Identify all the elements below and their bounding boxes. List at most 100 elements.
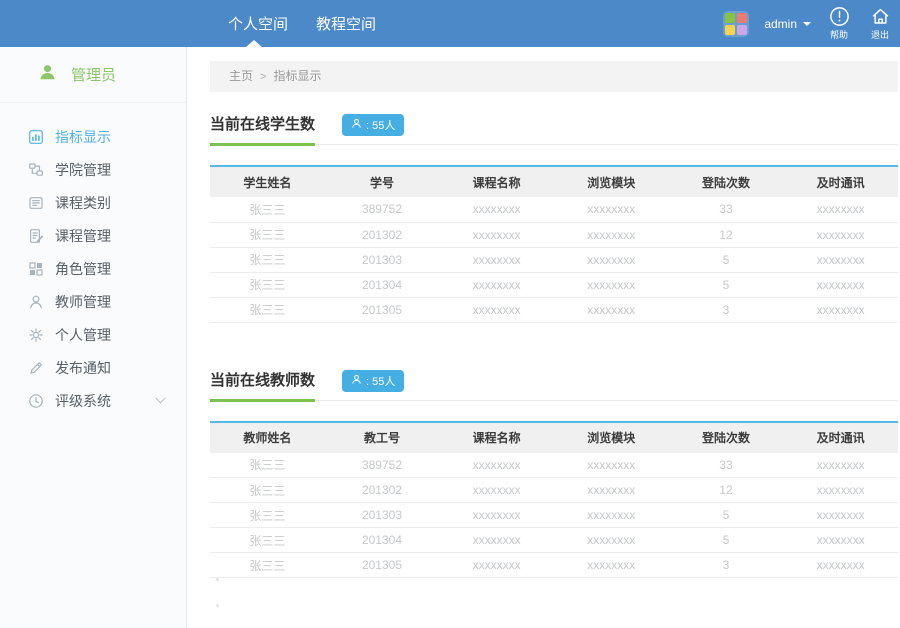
apps-grid-tile-purple bbox=[737, 24, 748, 35]
stray-dot bbox=[216, 578, 219, 581]
sidebar-item-teacher[interactable]: 教师管理 bbox=[0, 285, 186, 318]
section-title: 当前在线学生数 bbox=[210, 113, 316, 146]
table-cell: xxxxxxxx bbox=[816, 302, 865, 317]
sidebar-item-notice[interactable]: 发布通知 bbox=[0, 351, 186, 384]
sidebar-item-college[interactable]: 学院管理 bbox=[0, 153, 186, 186]
apps-grid-icon[interactable] bbox=[723, 10, 750, 37]
table-cell: xxxxxxxx bbox=[816, 483, 865, 497]
sidebar-item-role[interactable]: 角色管理 bbox=[0, 252, 186, 285]
stray-dot bbox=[216, 604, 219, 607]
table-cell: 张三三 bbox=[249, 508, 286, 523]
sidebar-item-label: 评级系统 bbox=[55, 392, 111, 409]
logout-button[interactable]: 退出 bbox=[867, 6, 893, 41]
table-cell: xxxxxxxx bbox=[587, 227, 636, 242]
table-cell: 张三三 bbox=[249, 458, 286, 473]
help-label: 帮助 bbox=[829, 30, 848, 40]
online-count-badge: : 55人 bbox=[342, 369, 405, 392]
table-row: 张三三 201302 xxxxxxxx xxxxxxxx 12 xxxxxxxx bbox=[210, 478, 898, 503]
table-cell: xxxxxxxx bbox=[472, 277, 521, 292]
column-header: 及时通讯 bbox=[816, 431, 865, 445]
sidebar-item-label: 课程类别 bbox=[55, 194, 111, 211]
sidebar-item-label: 发布通知 bbox=[55, 359, 111, 376]
table-cell: 5 bbox=[722, 252, 730, 267]
table-cell: 12 bbox=[719, 227, 733, 242]
table-cell: 201304 bbox=[361, 277, 402, 292]
chevron-down-icon bbox=[155, 393, 166, 404]
sidebar: 管理员 指标显示 学院管理 课程类别 课程管理 角色管理 教师管理 个人管理 发布通知 评级系统 bbox=[0, 47, 187, 628]
breadcrumb-separator: > bbox=[260, 71, 267, 83]
sidebar-item-indicators[interactable]: 指标显示 bbox=[0, 120, 186, 153]
table-cell: xxxxxxxx bbox=[587, 277, 636, 292]
sidebar-item-profile[interactable]: 个人管理 bbox=[0, 318, 186, 351]
apps-grid-tile-green bbox=[725, 12, 736, 23]
table-cell: xxxxxxxx bbox=[816, 252, 865, 267]
document-edit-icon bbox=[28, 228, 44, 244]
user-dropdown[interactable]: admin bbox=[764, 17, 811, 31]
table-cell: 201303 bbox=[361, 508, 402, 522]
sidebar-item-course[interactable]: 课程管理 bbox=[0, 219, 186, 252]
table-cell: 201304 bbox=[361, 533, 402, 547]
column-header: 学号 bbox=[369, 175, 394, 190]
column-header: 教工号 bbox=[363, 431, 400, 445]
table-row: 张三三 201302 xxxxxxxx xxxxxxxx 12 xxxxxxxx bbox=[210, 222, 898, 247]
breadcrumb-home[interactable]: 主页 bbox=[229, 69, 253, 83]
table-header-row: 学生姓名 学号 课程名称 浏览模块 登陆次数 及时通讯 bbox=[210, 166, 898, 197]
table-cell: 201302 bbox=[361, 483, 402, 497]
clock-icon bbox=[28, 393, 44, 409]
sidebar-item-label: 指标显示 bbox=[55, 128, 111, 145]
table-header-row: 教师姓名 教工号 课程名称 浏览模块 登陆次数 及时通讯 bbox=[210, 421, 898, 453]
table-cell: xxxxxxxx bbox=[472, 457, 521, 472]
home-icon bbox=[870, 6, 891, 27]
list-icon bbox=[28, 195, 44, 211]
apps-grid-tile-yellow bbox=[725, 24, 736, 35]
table-cell: 389752 bbox=[361, 457, 402, 472]
table-cell: 201302 bbox=[361, 227, 402, 242]
badge-count: : 55人 bbox=[366, 120, 396, 132]
section-header: 当前在线教师数 : 55人 bbox=[210, 369, 898, 402]
table-cell: 张三三 bbox=[249, 303, 286, 317]
sidebar-menu: 指标显示学院管理课程类别课程管理角色管理教师管理个人管理发布通知评级系统 bbox=[0, 103, 186, 417]
sidebar-item-label: 教师管理 bbox=[55, 293, 111, 310]
table-cell: xxxxxxxx bbox=[816, 533, 865, 547]
table-cell: xxxxxxxx bbox=[587, 252, 636, 267]
sidebar-item-label: 角色管理 bbox=[55, 260, 111, 277]
column-header: 登陆次数 bbox=[701, 431, 750, 445]
tab-personal-space[interactable]: 个人空间 bbox=[228, 13, 288, 34]
sidebar-item-label: 课程管理 bbox=[55, 227, 111, 244]
gear-icon bbox=[28, 327, 44, 343]
section-online-teachers: 当前在线教师数 : 55人 教师姓名 教工号 课程名称 浏览模块 登陆次数 及时通讯 张三… bbox=[210, 369, 898, 579]
table-cell: 张三三 bbox=[249, 483, 286, 498]
table-cell: xxxxxxxx bbox=[587, 302, 636, 317]
apps-grid-tile-red bbox=[737, 12, 748, 23]
pencil-icon bbox=[28, 360, 44, 376]
person-icon bbox=[351, 118, 362, 132]
breadcrumb-current: 指标显示 bbox=[273, 69, 322, 83]
table-cell: 张三三 bbox=[249, 533, 286, 548]
table-cell: xxxxxxxx bbox=[472, 202, 521, 217]
table-cell: 33 bbox=[719, 202, 733, 217]
org-chart-icon bbox=[28, 162, 44, 178]
sidebar-item-category[interactable]: 课程类别 bbox=[0, 186, 186, 219]
table-cell: xxxxxxxx bbox=[587, 202, 636, 217]
tab-tutorial-space[interactable]: 教程空间 bbox=[316, 13, 376, 34]
table-cell: xxxxxxxx bbox=[587, 483, 636, 497]
column-header: 登陆次数 bbox=[701, 175, 750, 190]
admin-user-icon bbox=[38, 63, 57, 87]
help-button[interactable]: 帮助 bbox=[826, 6, 852, 41]
table-cell: xxxxxxxx bbox=[816, 277, 865, 292]
table-cell: 张三三 bbox=[249, 202, 286, 217]
section-title: 当前在线教师数 bbox=[210, 369, 316, 402]
column-header: 及时通讯 bbox=[816, 175, 865, 190]
breadcrumb: 主页 > 指标显示 bbox=[210, 61, 898, 92]
main-content: 主页 > 指标显示 当前在线学生数 : 55人 学生姓名 学号 课程名称 浏览模块 登陆次数… bbox=[188, 47, 900, 628]
table-cell: 张三三 bbox=[249, 228, 286, 242]
teachers-table: 教师姓名 教工号 课程名称 浏览模块 登陆次数 及时通讯 张三三 389752 xxxxxxx… bbox=[210, 420, 898, 579]
logout-label: 退出 bbox=[870, 30, 889, 40]
sidebar-item-rating[interactable]: 评级系统 bbox=[0, 384, 186, 417]
table-row: 张三三 201304 xxxxxxxx xxxxxxxx 5 xxxxxxxx bbox=[210, 272, 898, 297]
column-header: 课程名称 bbox=[472, 431, 521, 445]
table-cell: xxxxxxxx bbox=[816, 202, 865, 217]
table-row: 张三三 201305 xxxxxxxx xxxxxxxx 3 xxxxxxxx bbox=[210, 297, 898, 322]
table-cell: xxxxxxxx bbox=[472, 302, 521, 317]
top-header: 个人空间 教程空间 admin 帮助 退出 bbox=[0, 0, 900, 47]
